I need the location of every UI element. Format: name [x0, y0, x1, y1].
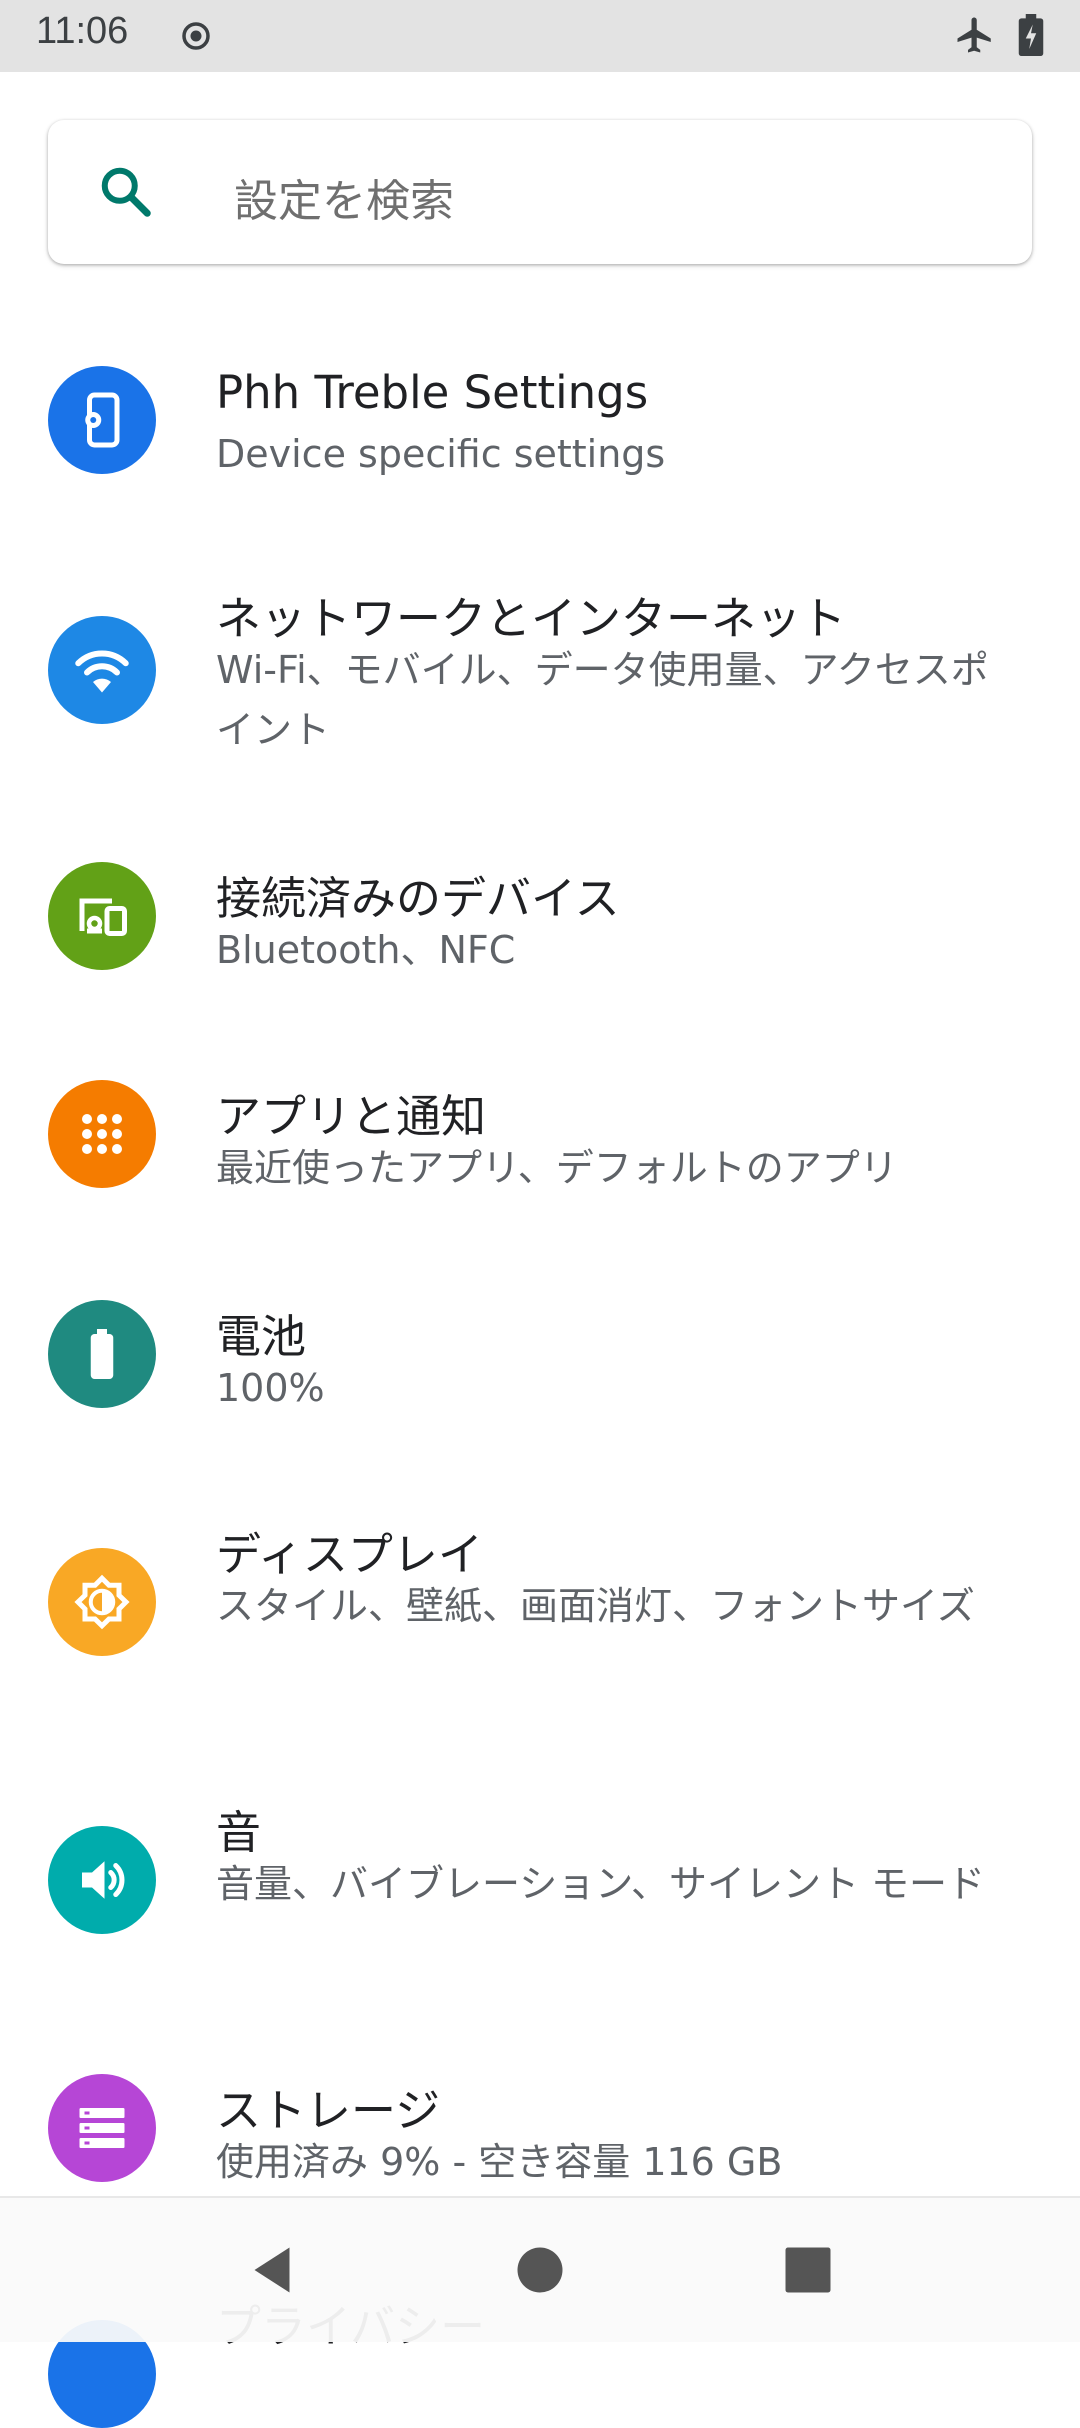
back-icon[interactable]: [242, 2240, 302, 2300]
navigation-bar: [0, 2196, 1080, 2342]
item-title: ネットワークとインターネット: [216, 592, 847, 645]
item-subtitle: 使用済み 9% - 空き容量 116 GB: [216, 2140, 783, 2184]
item-title: 電池: [216, 1310, 307, 1363]
apps-grid-icon: [48, 1080, 156, 1188]
item-subtitle: Wi-Fi、モバイル、データ使用量、アクセスポイント: [216, 648, 989, 752]
item-title: 音: [216, 1806, 262, 1859]
status-bar: 11:06: [0, 0, 1080, 72]
search-bar[interactable]: 設定を検索: [48, 120, 1032, 264]
settings-item-phh-treble[interactable]: Phh Treble Settings Device specific sett…: [0, 366, 1080, 574]
settings-item-display[interactable]: ディスプレイ スタイル、壁紙、画面消灯、フォントサイズ: [0, 1518, 1080, 1718]
item-subtitle: 100%: [216, 1366, 325, 1410]
settings-item-network[interactable]: ネットワークとインターネット Wi-Fi、モバイル、データ使用量、アクセスポイン…: [0, 582, 1080, 782]
storage-icon: [48, 2074, 156, 2182]
brightness-icon: [48, 1548, 156, 1656]
search-icon: [101, 167, 151, 217]
settings-item-connected-devices[interactable]: 接続済みのデバイス Bluetooth、NFC: [0, 862, 1080, 1022]
recents-icon[interactable]: [778, 2240, 838, 2300]
settings-item-battery[interactable]: 電池 100%: [0, 1300, 1080, 1460]
wifi-icon: [48, 616, 156, 724]
item-title: ストレージ: [216, 2084, 441, 2137]
home-icon[interactable]: [510, 2240, 570, 2300]
item-subtitle: 音量、バイブレーション、サイレント モード: [216, 1862, 986, 1906]
item-title: ディスプレイ: [216, 1528, 483, 1581]
item-subtitle: スタイル、壁紙、画面消灯、フォントサイズ: [216, 1584, 975, 1628]
devices-icon: [48, 862, 156, 970]
airplane-mode-icon: [957, 17, 991, 53]
status-time: 11:06: [36, 10, 129, 52]
item-subtitle: 最近使ったアプリ、デフォルトのアプリ: [216, 1146, 898, 1190]
item-title: 接続済みのデバイス: [216, 872, 620, 925]
phone-gear-icon: [48, 366, 156, 474]
item-subtitle: Device specific settings: [216, 432, 666, 476]
record-icon: [182, 22, 210, 50]
item-title: アプリと通知: [216, 1090, 487, 1143]
battery-icon: [48, 1300, 156, 1408]
item-title: Phh Treble Settings: [216, 366, 649, 419]
volume-icon: [48, 1826, 156, 1934]
settings-item-apps[interactable]: アプリと通知 最近使ったアプリ、デフォルトのアプリ: [0, 1080, 1080, 1240]
item-subtitle: Bluetooth、NFC: [216, 928, 516, 972]
search-placeholder: 設定を検索: [234, 176, 454, 227]
battery-charging-icon: [1018, 14, 1044, 56]
settings-item-sound[interactable]: 音 音量、バイブレーション、サイレント モード: [0, 1796, 1080, 1996]
